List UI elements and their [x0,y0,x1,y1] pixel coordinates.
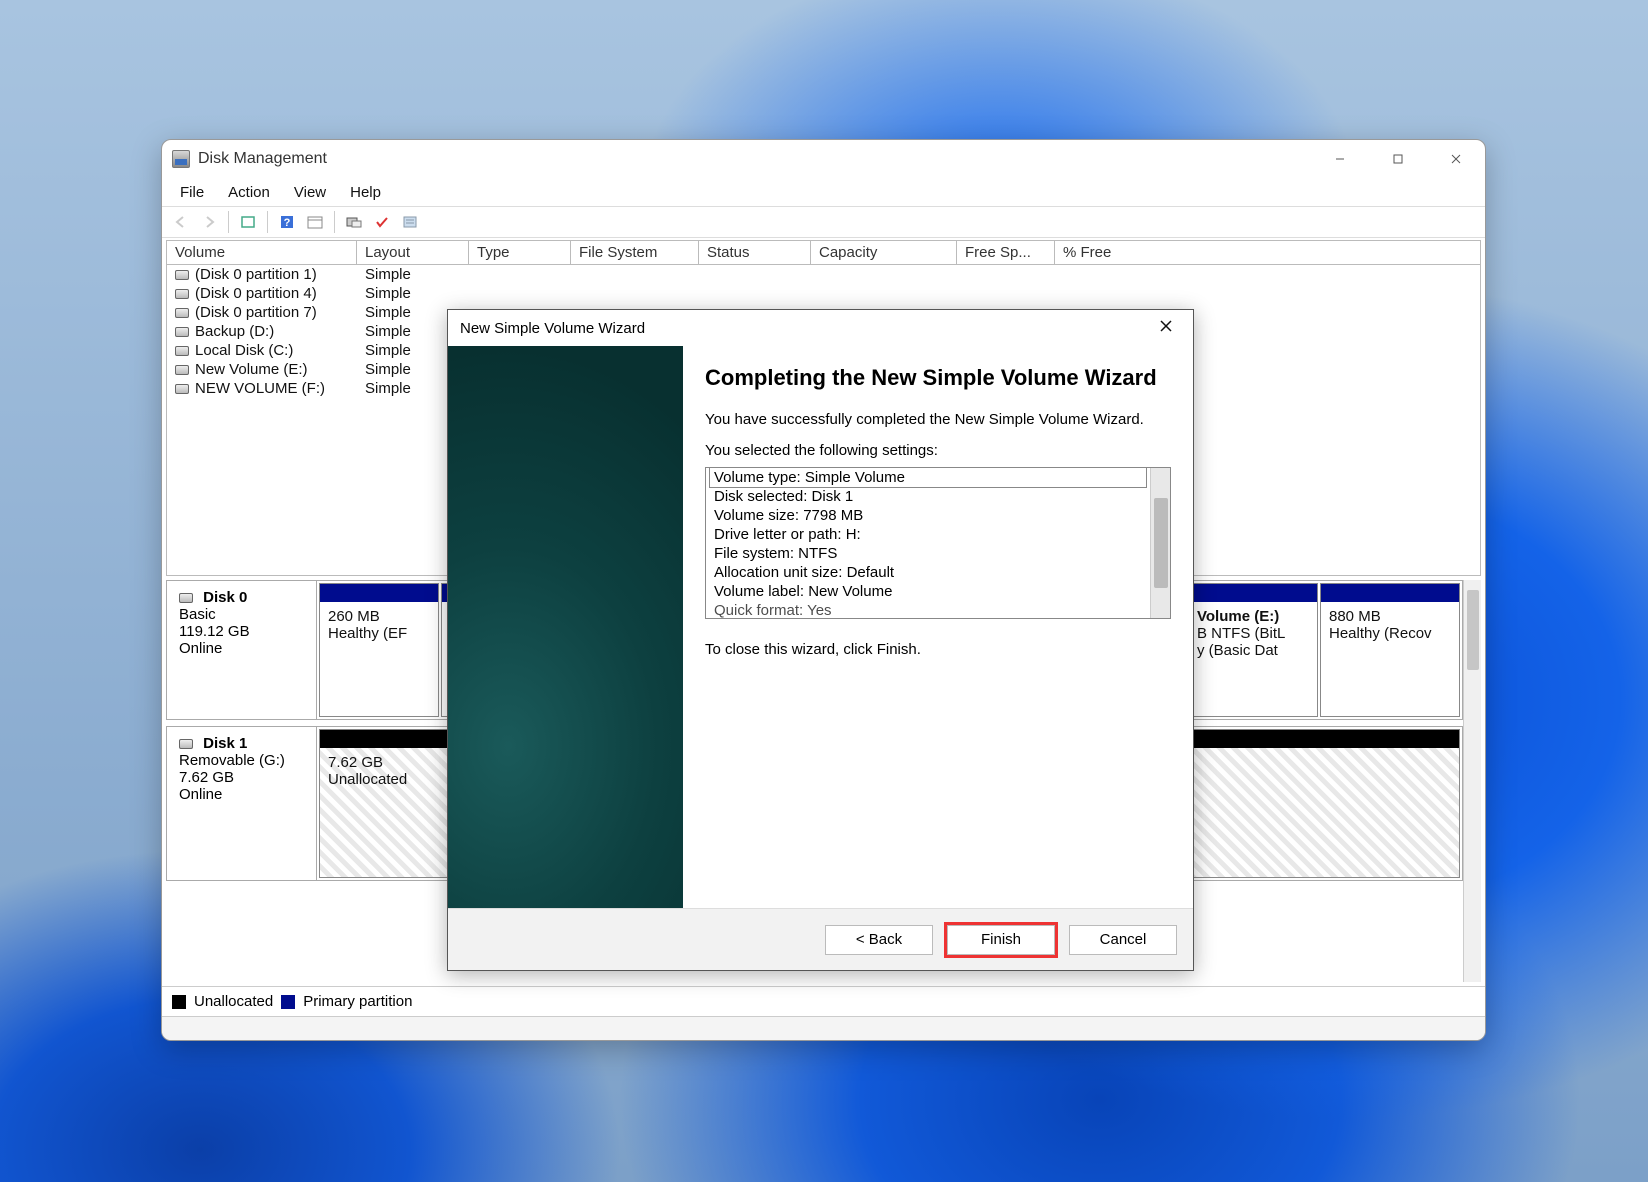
legend-unallocated: Unallocated [194,993,273,1010]
calendar-icon[interactable] [302,210,328,234]
menu-file[interactable]: File [168,182,216,203]
disk-icon [175,289,189,299]
forward-icon[interactable] [196,210,222,234]
wizard-setting-row[interactable]: Volume type: Simple Volume [709,467,1147,488]
menu-view[interactable]: View [282,182,338,203]
partition[interactable]: 260 MB Healthy (EF [319,583,439,717]
partition[interactable]: 880 MB Healthy (Recov [1320,583,1460,717]
wizard-setting-row[interactable]: Volume size: 7798 MB [710,506,1146,525]
col-volume[interactable]: Volume [167,241,357,264]
wizard-setting-row[interactable]: File system: NTFS [710,544,1146,563]
col-fs[interactable]: File System [571,241,699,264]
wizard-setting-row[interactable]: Disk selected: Disk 1 [710,487,1146,506]
wizard-close-icon[interactable] [1151,319,1181,337]
help-icon[interactable]: ? [274,210,300,234]
disk-icon [175,270,189,280]
legend-primary: Primary partition [303,993,412,1010]
disk-icon [175,346,189,356]
app-title: Disk Management [198,150,327,168]
wizard-completed-text: You have successfully completed the New … [705,411,1171,428]
disk-icon [175,308,189,318]
svg-text:?: ? [284,217,291,229]
wizard-side-graphic [448,346,683,908]
maximize-button[interactable] [1369,140,1427,178]
finish-button[interactable]: Finish [947,925,1055,955]
wizard-button-row: < Back Finish Cancel [448,908,1193,970]
cancel-button[interactable]: Cancel [1069,925,1177,955]
properties-icon[interactable] [397,210,423,234]
wizard-setting-row[interactable]: Drive letter or path: H: [710,525,1146,544]
toolbar: ? [162,206,1485,238]
col-pct-free[interactable]: % Free [1055,241,1185,264]
back-icon[interactable] [168,210,194,234]
volume-row[interactable]: (Disk 0 partition 4)Simple [167,284,1480,303]
col-layout[interactable]: Layout [357,241,469,264]
settings-icon[interactable] [341,210,367,234]
disk-icon [175,384,189,394]
col-status[interactable]: Status [699,241,811,264]
statusbar [162,1016,1485,1040]
wizard-title: New Simple Volume Wizard [460,320,645,337]
disk-icon [179,739,193,749]
col-type[interactable]: Type [469,241,571,264]
back-button[interactable]: < Back [825,925,933,955]
disk-icon [179,593,193,603]
menu-action[interactable]: Action [216,182,282,203]
menubar: File Action View Help [162,178,1485,206]
wizard-settings-scrollbar[interactable] [1150,468,1170,618]
wizard-close-hint: To close this wizard, click Finish. [705,641,1171,658]
disk-map-scrollbar[interactable] [1463,580,1481,982]
col-capacity[interactable]: Capacity [811,241,957,264]
disk-label: Disk 1 Removable (G:) 7.62 GB Online [167,727,317,880]
volume-list-header: Volume Layout Type File System Status Ca… [167,241,1480,265]
close-button[interactable] [1427,140,1485,178]
legend: Unallocated Primary partition [162,986,1485,1016]
refresh-icon[interactable] [235,210,261,234]
legend-swatch-primary [281,995,295,1009]
partition[interactable]: Volume (E:) B NTFS (BitL y (Basic Dat [1188,583,1318,717]
check-icon[interactable] [369,210,395,234]
minimize-button[interactable] [1311,140,1369,178]
menu-help[interactable]: Help [338,182,393,203]
wizard-heading: Completing the New Simple Volume Wizard [705,364,1171,393]
disk-icon [175,365,189,375]
wizard-setting-row[interactable]: Quick format: Yes [710,601,1146,619]
titlebar[interactable]: Disk Management [162,140,1485,178]
volume-row[interactable]: (Disk 0 partition 1)Simple [167,265,1480,284]
disk-icon [175,327,189,337]
app-icon [172,150,190,168]
legend-swatch-unallocated [172,995,186,1009]
wizard-titlebar[interactable]: New Simple Volume Wizard [448,310,1193,346]
wizard-setting-row[interactable]: Allocation unit size: Default [710,563,1146,582]
wizard-setting-row[interactable]: Volume label: New Volume [710,582,1146,601]
wizard-selected-text: You selected the following settings: [705,442,1171,459]
new-simple-volume-wizard: New Simple Volume Wizard Completing the … [447,309,1194,971]
col-free[interactable]: Free Sp... [957,241,1055,264]
disk-label: Disk 0 Basic 119.12 GB Online [167,581,317,719]
wizard-settings-list[interactable]: Volume type: Simple Volume Disk selected… [705,467,1171,619]
